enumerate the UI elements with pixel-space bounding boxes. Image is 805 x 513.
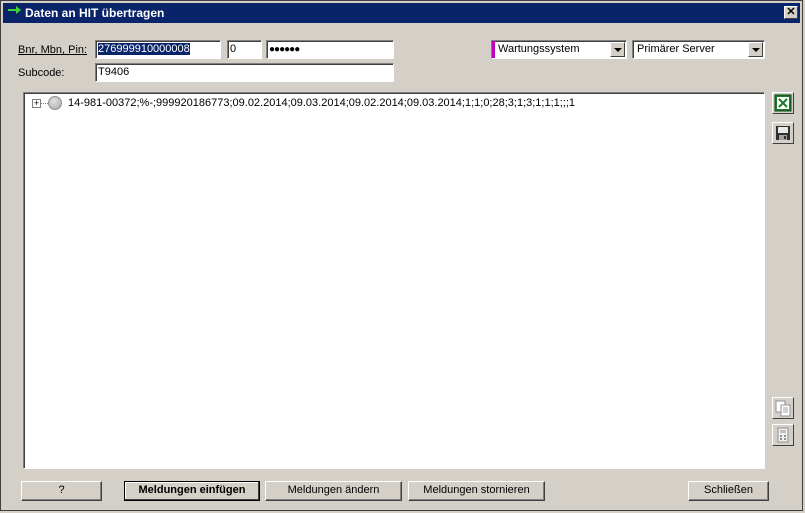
- status-circle-icon: [48, 96, 62, 110]
- system-select-value: Wartungssystem: [498, 43, 580, 55]
- tree-item[interactable]: + 14-981-00372;%-;999920186773;09.02.201…: [24, 93, 764, 113]
- close-window-button[interactable]: ✕: [784, 6, 798, 19]
- dialog-window: Daten an HIT übertragen ✕ Bnr, Mbn, Pin:…: [0, 0, 803, 511]
- required-marker: [492, 41, 495, 58]
- change-messages-button[interactable]: Meldungen ändern: [265, 481, 402, 501]
- bnr-value: 276999910000008: [98, 43, 190, 55]
- expand-icon[interactable]: +: [32, 99, 41, 108]
- calculator-button[interactable]: [772, 424, 794, 446]
- window-title: Daten an HIT übertragen: [25, 6, 165, 20]
- bnr-input[interactable]: 276999910000008: [95, 40, 221, 59]
- system-select[interactable]: Wartungssystem: [491, 40, 627, 59]
- credentials-label: Bnr, Mbn, Pin:: [18, 44, 88, 56]
- arrow-icon: [8, 6, 21, 14]
- pin-input[interactable]: ●●●●●●: [266, 40, 394, 59]
- tree-connector: [41, 103, 48, 104]
- calculator-icon: [777, 427, 789, 443]
- copy-button[interactable]: [772, 397, 794, 419]
- close-button[interactable]: Schließen: [688, 481, 769, 501]
- save-button[interactable]: [772, 122, 794, 144]
- server-select[interactable]: Primärer Server: [632, 40, 765, 59]
- help-button[interactable]: ?: [21, 481, 102, 501]
- messages-tree[interactable]: + 14-981-00372;%-;999920186773;09.02.201…: [23, 92, 765, 469]
- subcode-input[interactable]: T9406: [95, 63, 394, 82]
- server-select-value: Primärer Server: [637, 43, 715, 55]
- chevron-down-icon[interactable]: [610, 42, 625, 57]
- mbn-input[interactable]: 0: [227, 40, 262, 59]
- title-bar[interactable]: Daten an HIT übertragen ✕: [3, 3, 800, 23]
- export-excel-button[interactable]: [772, 92, 794, 114]
- tree-item-label: 14-981-00372;%-;999920186773;09.02.2014;…: [68, 97, 576, 109]
- copy-icon: [775, 400, 791, 417]
- excel-icon: [774, 94, 792, 112]
- chevron-down-icon[interactable]: [748, 42, 763, 57]
- insert-messages-button[interactable]: Meldungen einfügen: [124, 481, 260, 501]
- cancel-messages-button[interactable]: Meldungen stornieren: [408, 481, 545, 501]
- subcode-label: Subcode:: [18, 67, 65, 79]
- save-icon: [776, 126, 790, 140]
